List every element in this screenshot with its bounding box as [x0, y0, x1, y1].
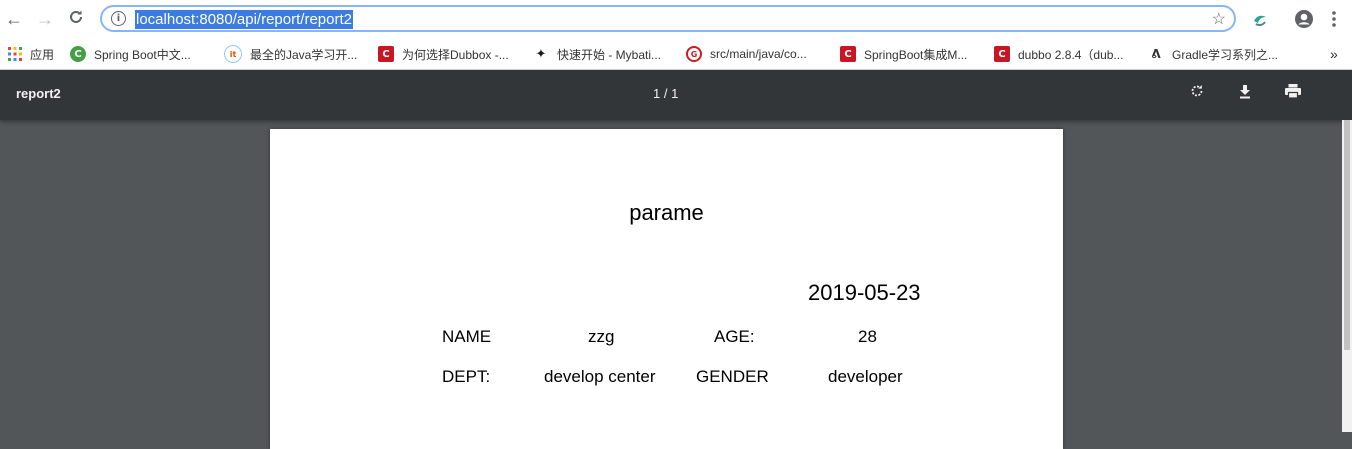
bookmark-item[interactable]: G src/main/java/co... — [686, 44, 807, 64]
bookmarks-bar: 应用 C Spring Boot中文... it 最全的Java学习开... C… — [0, 38, 1352, 70]
bookmark-item[interactable]: C 为何选择Dubbox -... — [378, 44, 509, 64]
bookmark-label: SpringBoot集成M... — [864, 47, 968, 62]
print-button[interactable] — [1280, 82, 1306, 108]
bookmark-item[interactable]: ᕕ Gradle学习系列之... — [1148, 44, 1278, 64]
bookmark-label: 应用 — [30, 47, 55, 62]
iteye-icon: it — [224, 45, 242, 63]
site-info-icon[interactable]: i — [111, 11, 126, 26]
bookmark-star-icon[interactable]: ☆ — [1212, 9, 1226, 29]
bookmark-label: src/main/java/co... — [710, 47, 807, 61]
rotate-icon — [1191, 85, 1203, 97]
age-value: 28 — [858, 327, 877, 346]
report-title: parame — [629, 200, 704, 225]
download-button[interactable] — [1232, 82, 1258, 108]
name-label: NAME — [442, 327, 492, 346]
bird-icon: ✦ — [533, 46, 549, 62]
more-bookmarks-button[interactable]: » — [1330, 44, 1338, 64]
browser-menu-icon[interactable] — [1328, 8, 1340, 30]
bookmark-item[interactable]: C Spring Boot中文... — [70, 44, 191, 64]
bookmark-label: Spring Boot中文... — [94, 47, 191, 62]
age-label: AGE: — [714, 327, 755, 346]
pdf-toolbar: report2 1 / 1 — [0, 70, 1352, 120]
reload-icon — [70, 10, 82, 23]
dept-label: DEPT: — [442, 367, 491, 386]
bookmark-item[interactable]: ✦ 快速开始 - Mybati... — [533, 44, 661, 64]
bookmark-label: dubbo 2.8.4（dub... — [1018, 47, 1124, 62]
url-text[interactable]: localhost:8080/api/report/report2 — [135, 10, 353, 29]
report-date: 2019-05-23 — [808, 280, 921, 305]
gender-label: GENDER — [696, 367, 769, 386]
rotate-button[interactable] — [1184, 82, 1210, 108]
name-value: zzg — [588, 327, 615, 346]
spring-icon: C — [70, 46, 86, 62]
bookmark-item[interactable]: C SpringBoot集成M... — [840, 44, 967, 64]
scrollbar-thumb[interactable] — [1344, 120, 1350, 350]
bookmark-apps[interactable]: 应用 — [8, 44, 54, 64]
bookmark-label: 为何选择Dubbox -... — [402, 47, 509, 62]
reload-button[interactable] — [66, 9, 86, 29]
apps-grid-icon — [8, 47, 22, 61]
browser-toolbar: ← → i localhost:8080/api/report/report2 … — [0, 0, 1352, 38]
print-icon — [1285, 84, 1301, 99]
profile-avatar-icon[interactable] — [1294, 9, 1314, 29]
page-indicator: 1 / 1 — [653, 86, 679, 101]
bookmark-label: 最全的Java学习开... — [250, 47, 358, 62]
vertical-scrollbar[interactable] — [1342, 120, 1352, 432]
forward-button[interactable]: → — [35, 9, 55, 29]
bookmark-item[interactable]: C dubbo 2.8.4（dub... — [994, 44, 1123, 64]
csdn-icon: C — [994, 46, 1010, 62]
extension-icon[interactable] — [1250, 9, 1270, 29]
dept-value: develop center — [544, 367, 656, 386]
bookmark-label: Gradle学习系列之... — [1172, 47, 1279, 62]
bookmark-item[interactable]: it 最全的Java学习开... — [224, 44, 357, 64]
gitee-icon: G — [686, 46, 702, 62]
back-button[interactable]: ← — [4, 9, 24, 29]
download-icon — [1240, 85, 1250, 99]
csdn-icon: C — [840, 46, 856, 62]
gender-value: developer — [828, 367, 903, 386]
pdf-page: parame 2019-05-23 NAME zzg AGE: 28 DEPT:… — [270, 129, 1063, 449]
gradle-icon: ᕕ — [1148, 46, 1164, 62]
pdf-title: report2 — [16, 86, 61, 101]
csdn-icon: C — [378, 46, 394, 62]
address-bar[interactable]: i localhost:8080/api/report/report2 ☆ — [100, 5, 1236, 32]
bookmark-label: 快速开始 - Mybati... — [557, 47, 662, 62]
